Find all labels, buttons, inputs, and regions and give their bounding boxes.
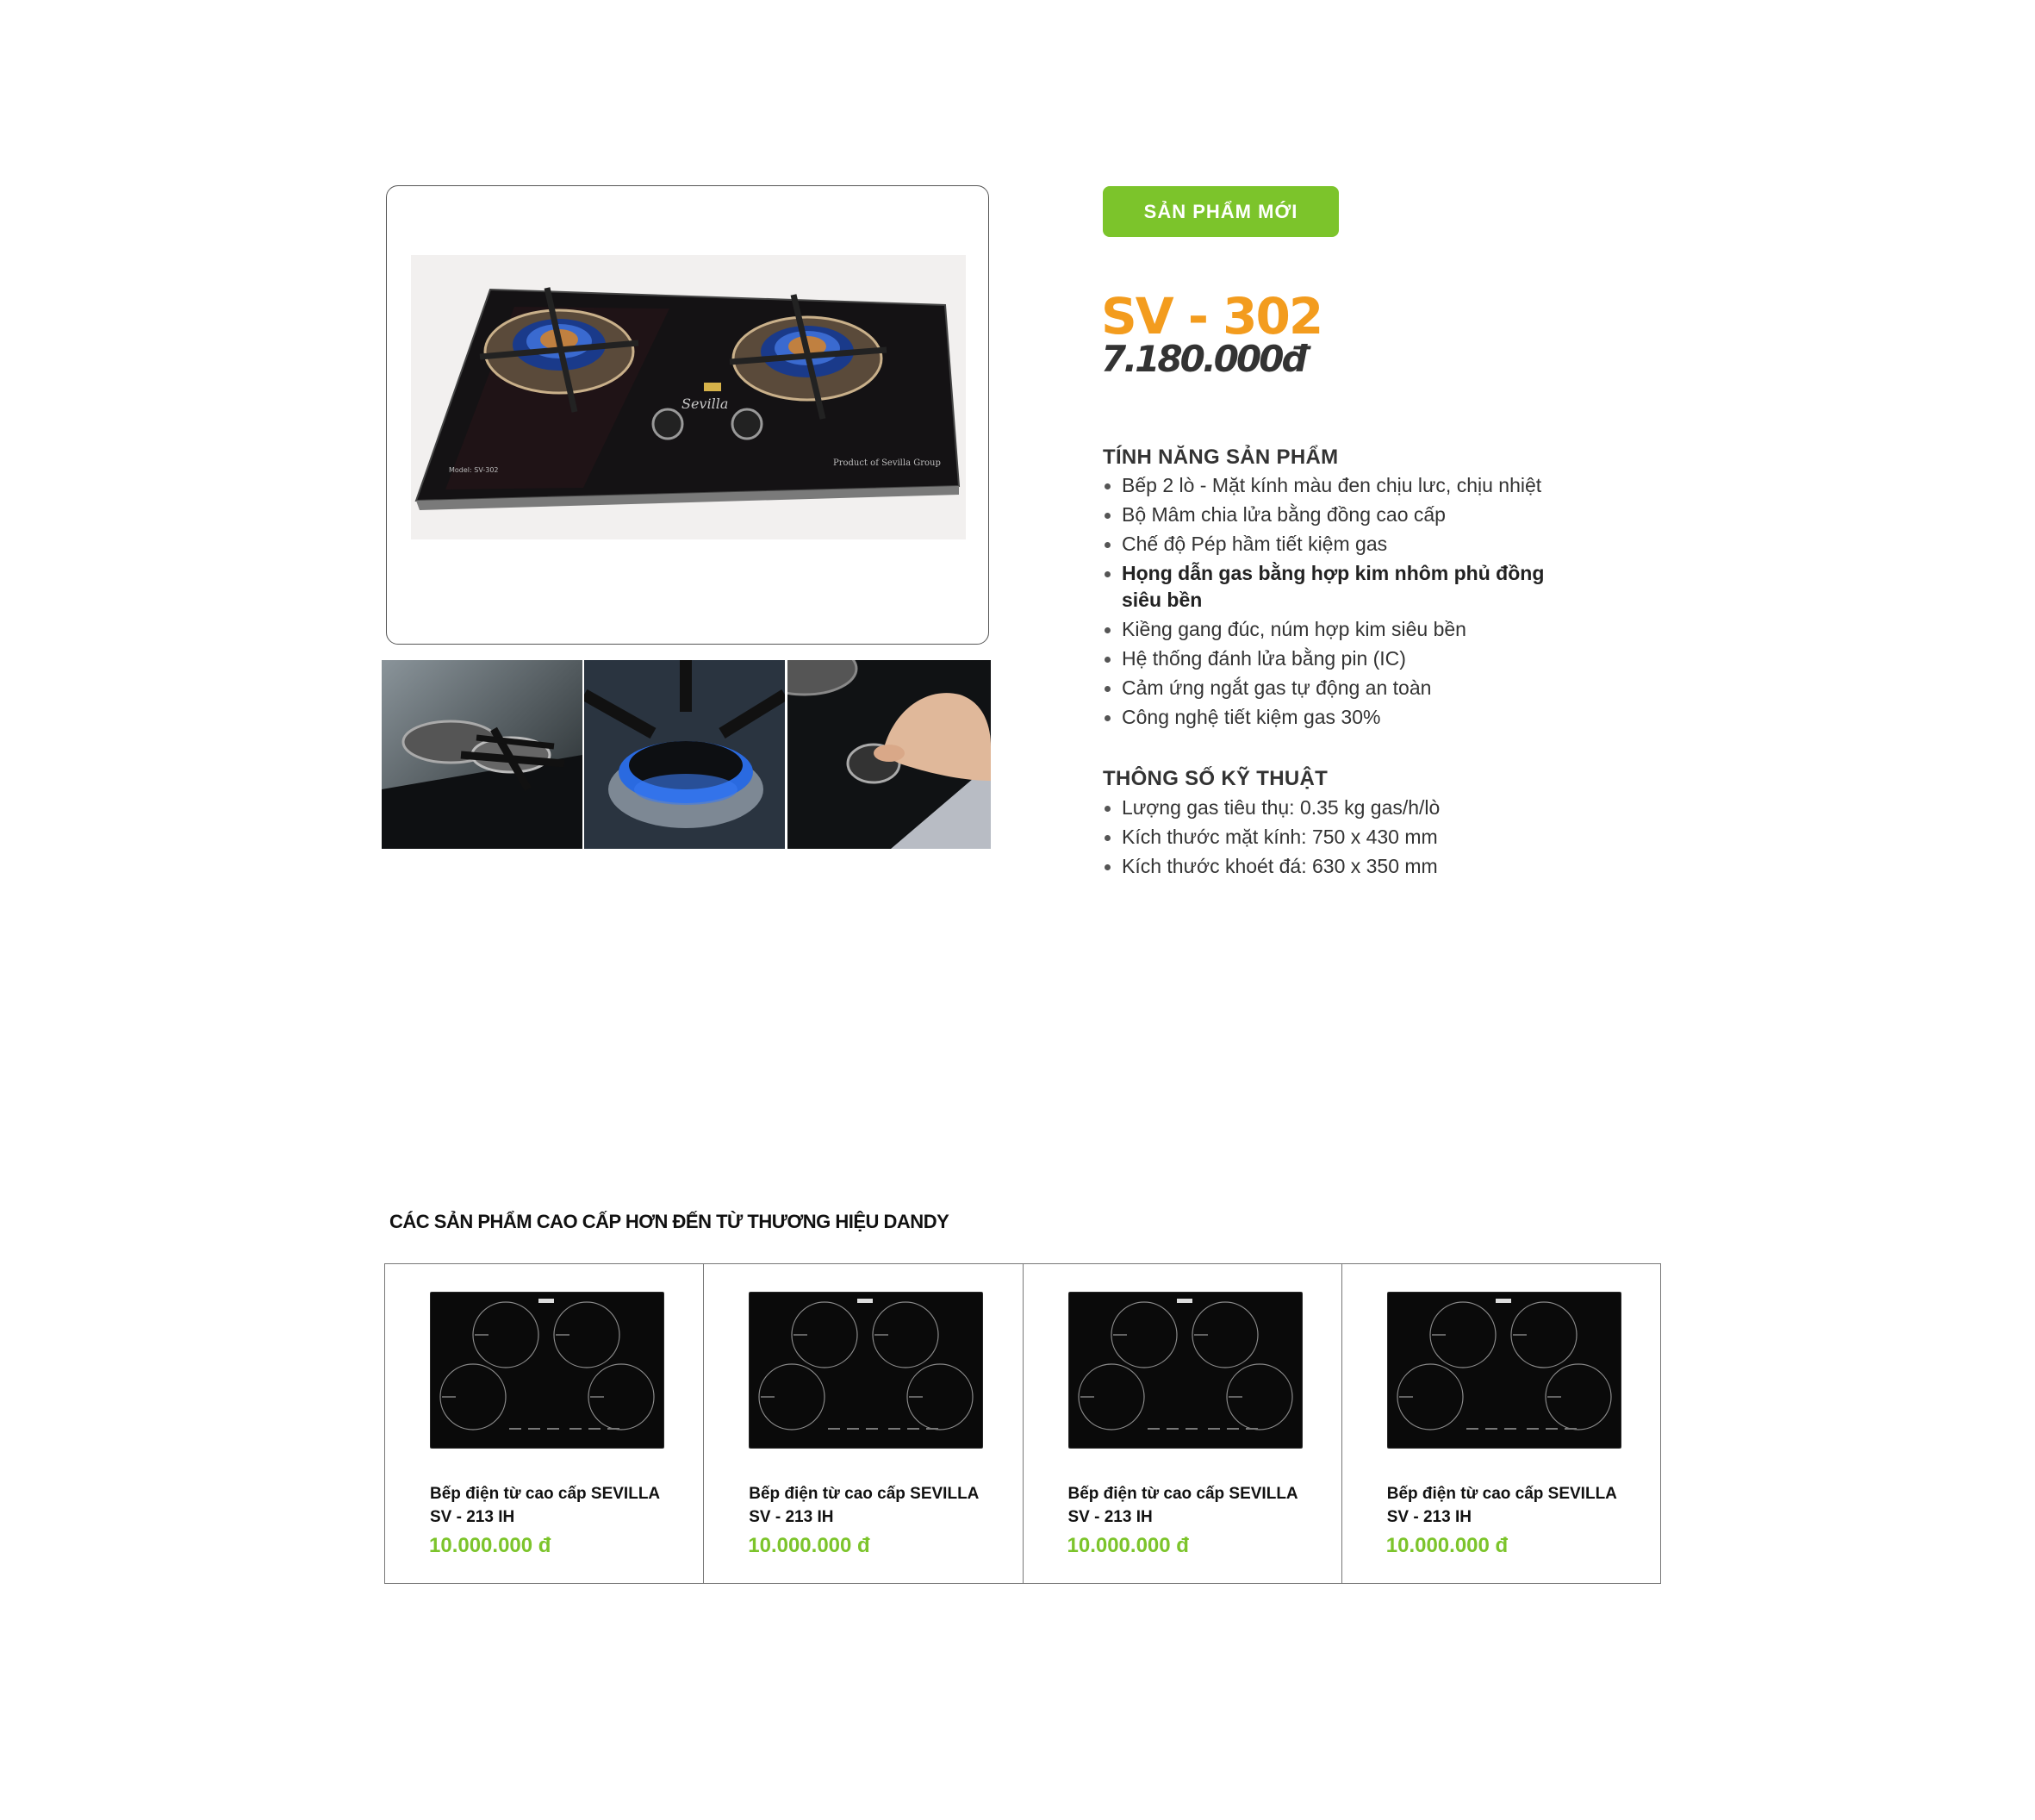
thumbnail-knob[interactable] xyxy=(787,660,991,849)
main-product-image[interactable]: Sevilla Model: SV-302 Product of Sevilla… xyxy=(386,185,989,645)
induction-cooktop-image xyxy=(749,1292,984,1449)
spec-item: Kích thước mặt kính: 750 x 430 mm xyxy=(1103,824,1585,851)
new-product-badge: SẢN PHẨM MỚI xyxy=(1103,186,1339,237)
brand-logo: Sevilla xyxy=(681,396,728,412)
related-product-price: 10.000.000 đ xyxy=(429,1534,551,1557)
origin-label: Product of Sevilla Group xyxy=(833,458,941,468)
related-product-price: 10.000.000 đ xyxy=(1067,1534,1189,1557)
thumbnail-grate-image xyxy=(382,660,582,849)
related-product-price: 10.000.000 đ xyxy=(748,1534,870,1557)
spec-item: Lượng gas tiêu thụ: 0.35 kg gas/h/lò xyxy=(1103,795,1585,821)
related-product-card[interactable]: Bếp điện từ cao cấp SEVILLA SV - 213 IH … xyxy=(1342,1264,1660,1583)
thumbnail-flame-image xyxy=(584,660,785,849)
feature-item: Cảm ứng ngắt gas tự động an toàn xyxy=(1103,675,1585,701)
thumbnail-flame[interactable] xyxy=(584,660,785,849)
gas-stove-image: Sevilla Model: SV-302 Product of Sevilla… xyxy=(411,255,966,539)
feature-item: Họng dẫn gas bằng hợp kim nhôm phủ đồng … xyxy=(1103,560,1585,614)
related-products-grid: Bếp điện từ cao cấp SEVILLA SV - 213 IH … xyxy=(384,1263,1661,1584)
specs-list: Lượng gas tiêu thụ: 0.35 kg gas/h/lò Kíc… xyxy=(1103,795,1585,882)
related-product-name[interactable]: Bếp điện từ cao cấp SEVILLA SV - 213 IH xyxy=(430,1482,680,1529)
related-product-card[interactable]: Bếp điện từ cao cấp SEVILLA SV - 213 IH … xyxy=(704,1264,1024,1583)
related-products-title: CÁC SẢN PHẨM CAO CẤP HƠN ĐẾN TỪ THƯƠNG H… xyxy=(389,1211,949,1232)
feature-item: Kiềng gang đúc, núm hợp kim siêu bền xyxy=(1103,616,1585,643)
induction-cooktop-image xyxy=(1067,1292,1303,1449)
related-product-card[interactable]: Bếp điện từ cao cấp SEVILLA SV - 213 IH … xyxy=(385,1264,705,1583)
induction-cooktop-image xyxy=(1386,1292,1621,1449)
induction-cooktop-image xyxy=(430,1292,664,1449)
model-label: Model: SV-302 xyxy=(449,466,499,474)
feature-item: Hệ thống đánh lửa bằng pin (IC) xyxy=(1103,645,1585,672)
related-product-name[interactable]: Bếp điện từ cao cấp SEVILLA SV - 213 IH xyxy=(749,1482,999,1529)
related-product-price: 10.000.000 đ xyxy=(1385,1534,1509,1557)
related-product-name[interactable]: Bếp điện từ cao cấp SEVILLA SV - 213 IH xyxy=(1068,1482,1318,1529)
spec-item: Kích thước khoét đá: 630 x 350 mm xyxy=(1103,853,1585,880)
feature-item: Bếp 2 lò - Mặt kính màu đen chịu lưc, ch… xyxy=(1103,472,1585,499)
feature-item: Công nghệ tiết kiệm gas 30% xyxy=(1103,704,1585,731)
feature-item: Bộ Mâm chia lửa bằng đồng cao cấp xyxy=(1103,502,1585,528)
thumbnail-knob-image xyxy=(787,660,991,849)
related-product-name[interactable]: Bếp điện từ cao cấp SEVILLA SV - 213 IH xyxy=(1387,1482,1637,1529)
product-price: 7.180.000đ xyxy=(1101,338,1308,380)
feature-item: Chế độ Pép hầm tiết kiệm gas xyxy=(1103,531,1585,558)
specs-title: THÔNG SỐ KỸ THUẬT xyxy=(1103,767,1329,790)
features-title: TÍNH NĂNG SẢN PHẨM xyxy=(1103,446,1339,469)
features-list: Bếp 2 lò - Mặt kính màu đen chịu lưc, ch… xyxy=(1103,472,1585,733)
related-product-card[interactable]: Bếp điện từ cao cấp SEVILLA SV - 213 IH … xyxy=(1024,1264,1342,1583)
thumbnail-grate[interactable] xyxy=(382,660,582,849)
